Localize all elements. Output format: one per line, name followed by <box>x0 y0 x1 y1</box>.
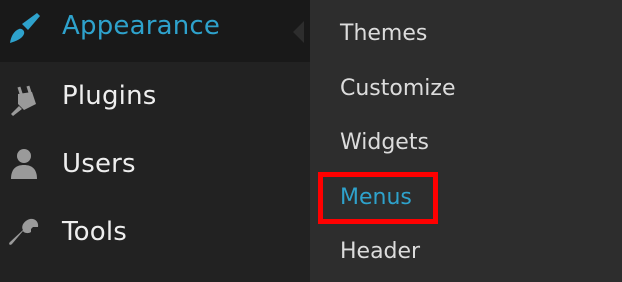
sidebar-item-users[interactable]: Users <box>0 132 310 196</box>
sidebar-item-label: Appearance <box>62 11 221 41</box>
sidebar-item-label: Users <box>62 149 136 179</box>
appearance-submenu: Themes Customize Widgets Menus Header <box>310 0 622 282</box>
user-icon <box>6 146 42 182</box>
sidebar-item-plugins[interactable]: Plugins <box>0 66 310 130</box>
sidebar-item-label: Tools <box>62 217 128 247</box>
sidebar-item-tools[interactable]: Tools <box>0 200 310 264</box>
submenu-item-themes[interactable]: Themes <box>340 21 427 46</box>
submenu-item-header[interactable]: Header <box>340 239 420 264</box>
wrench-icon <box>6 215 42 251</box>
admin-sidebar: Appearance Plugins Users Tools <box>0 0 310 282</box>
paintbrush-icon <box>6 10 42 46</box>
sidebar-item-label: Plugins <box>62 81 157 111</box>
admin-menu-screenshot: Appearance Plugins Users Tools Themes Cu… <box>0 0 622 282</box>
submenu-item-widgets[interactable]: Widgets <box>340 130 429 155</box>
submenu-item-menus[interactable]: Menus <box>340 185 412 210</box>
plugin-icon <box>6 82 42 118</box>
submenu-pointer-arrow <box>293 21 304 43</box>
sidebar-item-appearance[interactable]: Appearance <box>0 0 310 62</box>
submenu-item-customize[interactable]: Customize <box>340 76 455 101</box>
